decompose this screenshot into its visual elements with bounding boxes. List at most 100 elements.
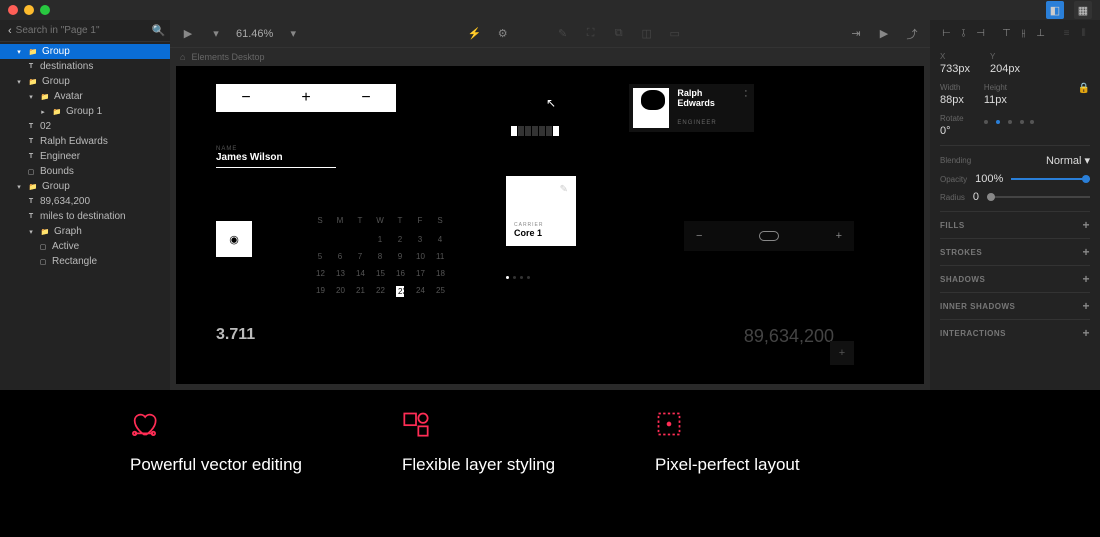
rotate-value[interactable]: 0° bbox=[940, 125, 964, 137]
cal-day[interactable] bbox=[316, 235, 324, 244]
distribute-v-icon[interactable]: ⦀ bbox=[1077, 26, 1090, 40]
tab-components-icon[interactable]: ▦ bbox=[1074, 1, 1092, 19]
play-icon[interactable]: ▶ bbox=[876, 26, 892, 42]
add-icon[interactable]: + bbox=[1082, 326, 1090, 340]
cal-day[interactable]: 14 bbox=[356, 269, 364, 278]
layer-item[interactable]: ▾📁Group bbox=[0, 179, 170, 194]
inspector-section-header[interactable]: INTERACTIONS+ bbox=[940, 319, 1090, 346]
import-icon[interactable]: ⇥ bbox=[848, 26, 864, 42]
chevron-icon[interactable]: ▾ bbox=[26, 227, 36, 237]
close-window-icon[interactable] bbox=[8, 5, 18, 15]
page-indicator[interactable] bbox=[506, 276, 530, 279]
inspector-section-header[interactable]: STROKES+ bbox=[940, 238, 1090, 265]
layer-item[interactable]: Tmiles to destination bbox=[0, 209, 170, 224]
maximize-window-icon[interactable] bbox=[40, 5, 50, 15]
x-value[interactable]: 733px bbox=[940, 63, 970, 75]
layer-item[interactable]: Tdestinations bbox=[0, 59, 170, 74]
layer-item[interactable]: ▾📁Group bbox=[0, 44, 170, 59]
name-field-artboard[interactable]: NAME James Wilson bbox=[216, 146, 336, 168]
tool-icon[interactable]: ◫ bbox=[639, 26, 655, 42]
layer-item[interactable]: ▾📁Group bbox=[0, 74, 170, 89]
minus-icon[interactable]: − bbox=[696, 230, 702, 242]
height-value[interactable]: 11px bbox=[984, 94, 1007, 106]
plus-icon[interactable]: + bbox=[836, 230, 842, 242]
align-center-v-icon[interactable]: ⫲ bbox=[1017, 26, 1030, 40]
bars-artboard[interactable] bbox=[511, 126, 559, 136]
layer-item[interactable]: ▾📁Avatar bbox=[0, 89, 170, 104]
opacity-slider[interactable] bbox=[1011, 178, 1090, 180]
radius-slider[interactable] bbox=[987, 196, 1090, 198]
minimize-window-icon[interactable] bbox=[24, 5, 34, 15]
stat-artboard[interactable]: 3.711 bbox=[216, 326, 255, 344]
align-top-icon[interactable]: ⊤ bbox=[1000, 26, 1013, 40]
bolt-icon[interactable]: ⚡ bbox=[467, 26, 483, 42]
layer-item[interactable]: ▾📁Graph bbox=[0, 224, 170, 239]
stepper-artboard[interactable]: − + − bbox=[216, 84, 396, 112]
cal-day[interactable]: 9 bbox=[396, 252, 404, 261]
canvas[interactable]: − + − NAME James Wilson ◉ SMTWTFS1234567… bbox=[176, 66, 924, 384]
add-icon[interactable]: + bbox=[1082, 299, 1090, 313]
cal-day[interactable]: 22 bbox=[376, 286, 384, 297]
blending-select[interactable]: Normal ▾ bbox=[1046, 154, 1090, 167]
profile-card-artboard[interactable]: Ralph Edwards ENGINEER ● ● bbox=[629, 84, 754, 132]
dropdown-icon[interactable]: ▾ bbox=[208, 26, 224, 42]
align-bottom-icon[interactable]: ⊥ bbox=[1034, 26, 1047, 40]
layer-item[interactable]: ▸📁Group 1 bbox=[0, 104, 170, 119]
constraint-widget[interactable] bbox=[984, 114, 1034, 130]
opacity-value[interactable]: 100% bbox=[975, 173, 1003, 185]
cal-day[interactable]: 6 bbox=[336, 252, 344, 261]
calendar-artboard[interactable]: SMTWTFS123456789101112131415161718192021… bbox=[316, 216, 444, 305]
distribute-h-icon[interactable]: ≡ bbox=[1060, 26, 1073, 40]
add-icon[interactable]: + bbox=[1082, 245, 1090, 259]
layer-item[interactable]: T02 bbox=[0, 119, 170, 134]
cal-day[interactable]: 24 bbox=[416, 286, 424, 297]
y-value[interactable]: 204px bbox=[990, 63, 1020, 75]
cal-day[interactable]: 16 bbox=[396, 269, 404, 278]
carrier-card-artboard[interactable]: ✎ CARRIER Core 1 bbox=[506, 176, 576, 246]
cal-day[interactable]: 11 bbox=[436, 252, 444, 261]
cal-day[interactable]: 23 bbox=[396, 286, 404, 297]
cal-day[interactable]: 25 bbox=[436, 286, 444, 297]
cal-day[interactable]: 20 bbox=[336, 286, 344, 297]
add-icon[interactable]: + bbox=[1082, 272, 1090, 286]
search-input[interactable] bbox=[16, 25, 148, 36]
pill-control-artboard[interactable]: − + bbox=[684, 221, 854, 251]
width-value[interactable]: 88px bbox=[940, 94, 964, 106]
settings-icon[interactable]: ⚙ bbox=[495, 26, 511, 42]
more-icon[interactable]: ● ● bbox=[745, 88, 750, 128]
minus-icon[interactable]: − bbox=[241, 89, 250, 107]
layer-item[interactable]: ▢Active bbox=[0, 239, 170, 254]
align-center-h-icon[interactable]: ⫱ bbox=[957, 26, 970, 40]
cal-day[interactable]: 4 bbox=[436, 235, 444, 244]
chevron-icon[interactable]: ▾ bbox=[26, 92, 36, 102]
cal-day[interactable]: 15 bbox=[376, 269, 384, 278]
cal-day[interactable]: 18 bbox=[436, 269, 444, 278]
cal-day[interactable]: 12 bbox=[316, 269, 324, 278]
select-tool-icon[interactable]: ▶ bbox=[180, 26, 196, 42]
cal-day[interactable]: 7 bbox=[356, 252, 364, 261]
cal-day[interactable] bbox=[356, 235, 364, 244]
layer-item[interactable]: ▢Rectangle bbox=[0, 254, 170, 269]
chevron-icon[interactable]: ▾ bbox=[14, 77, 24, 87]
dropdown-icon[interactable]: ▾ bbox=[285, 26, 301, 42]
zoom-level[interactable]: 61.46% bbox=[236, 28, 273, 40]
cal-day[interactable]: 3 bbox=[416, 235, 424, 244]
minus-icon[interactable]: − bbox=[361, 89, 370, 107]
export-icon[interactable]: ⤴ bbox=[904, 26, 920, 42]
cal-day[interactable]: 2 bbox=[396, 235, 404, 244]
cal-day[interactable]: 19 bbox=[316, 286, 324, 297]
add-button-artboard[interactable]: + bbox=[830, 341, 854, 365]
align-left-icon[interactable]: ⊢ bbox=[940, 26, 953, 40]
copy-icon[interactable]: ⧉ bbox=[611, 26, 627, 42]
cal-day[interactable] bbox=[336, 235, 344, 244]
cal-day[interactable]: 8 bbox=[376, 252, 384, 261]
layer-item[interactable]: TRalph Edwards bbox=[0, 134, 170, 149]
cal-day[interactable]: 17 bbox=[416, 269, 424, 278]
layer-item[interactable]: T89,634,200 bbox=[0, 194, 170, 209]
chevron-icon[interactable]: ▾ bbox=[14, 182, 24, 192]
tool-icon[interactable]: ▭ bbox=[667, 26, 683, 42]
breadcrumb-item[interactable]: Elements Desktop bbox=[191, 52, 264, 62]
fingerprint-artboard[interactable]: ◉ bbox=[216, 221, 252, 257]
align-right-icon[interactable]: ⊣ bbox=[974, 26, 987, 40]
lock-icon[interactable]: 🔒 bbox=[1078, 83, 1090, 106]
